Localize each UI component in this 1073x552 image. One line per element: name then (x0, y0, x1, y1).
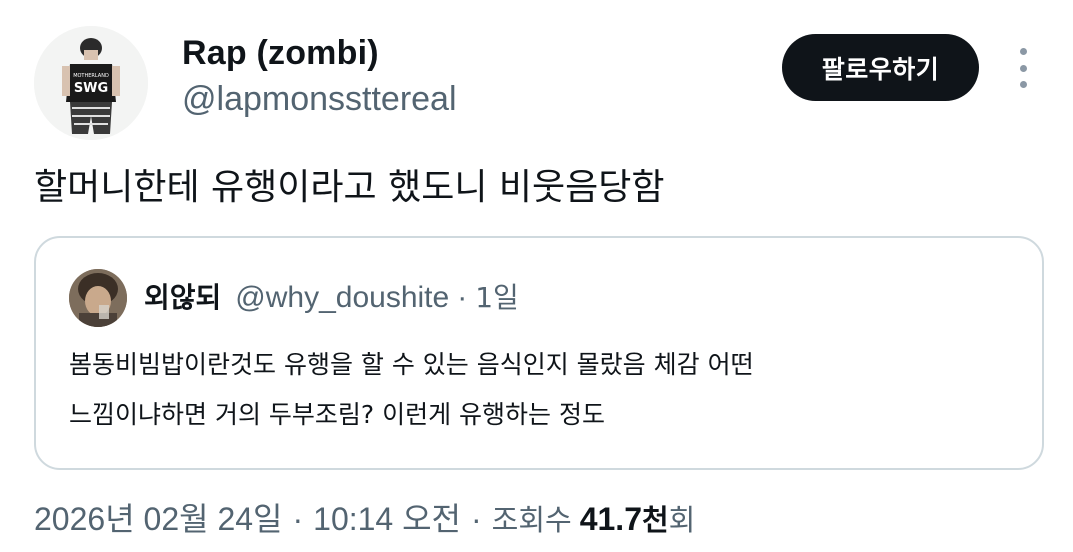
follow-button[interactable]: 팔로우하기 (782, 34, 979, 101)
author-avatar[interactable]: MOTHERLAND SWG (34, 26, 148, 140)
views-unit: 천 (641, 503, 669, 537)
more-dot (1019, 64, 1027, 72)
tweet-time[interactable]: 10:14 오전 (313, 494, 461, 540)
quote-display-name[interactable]: 외않되 (144, 276, 221, 316)
avatar-shirt-text-top: MOTHERLAND (73, 73, 109, 79)
avatar-shirt-text: SWG (74, 81, 108, 96)
quoted-tweet-card[interactable]: 외않되 @why_doushite · 1일 봄동비빔밥이란것도 유행을 할 수… (34, 236, 1044, 470)
quote-handle[interactable]: @why_doushite (235, 281, 449, 315)
quote-avatar-image (69, 269, 127, 327)
meta-separator: · (292, 501, 304, 537)
quote-timestamp[interactable]: 1일 (475, 276, 519, 316)
more-options-icon[interactable] (1013, 48, 1033, 88)
views-label: 조회수 (491, 503, 572, 537)
tweet-metadata: 2026년 02월 24일 · 10:14 오전 · 조회수 41.7 천 회 (34, 494, 695, 540)
tweet-date[interactable]: 2026년 02월 24일 (34, 494, 282, 540)
more-dot (1019, 48, 1027, 55)
quote-header: 외않되 @why_doushite · 1일 (144, 276, 519, 316)
quote-author-avatar[interactable] (69, 269, 127, 327)
quote-separator: · (457, 281, 468, 314)
tweet-text: 할머니한테 유행이라고 했도니 비웃음당함 (34, 167, 665, 208)
quote-text: 봄동비빔밥이란것도 유행을 할 수 있는 음식인지 몰랐음 체감 어떤 느낌이냐… (69, 340, 754, 440)
views-count: 41.7 (579, 501, 642, 537)
author-handle[interactable]: @lapmonssttereal (182, 80, 457, 119)
quote-text-line: 봄동비빔밥이란것도 유행을 할 수 있는 음식인지 몰랐음 체감 어떤 (69, 350, 754, 379)
more-dot (1019, 81, 1027, 88)
meta-separator: · (471, 501, 482, 537)
author-avatar-image: MOTHERLAND SWG (34, 26, 148, 140)
views-suffix: 회 (668, 503, 696, 537)
quote-text-line: 느낌이냐하면 거의 두부조림? 이런게 유행하는 정도 (69, 400, 606, 429)
author-display-name[interactable]: Rap (zombi) (182, 34, 379, 73)
